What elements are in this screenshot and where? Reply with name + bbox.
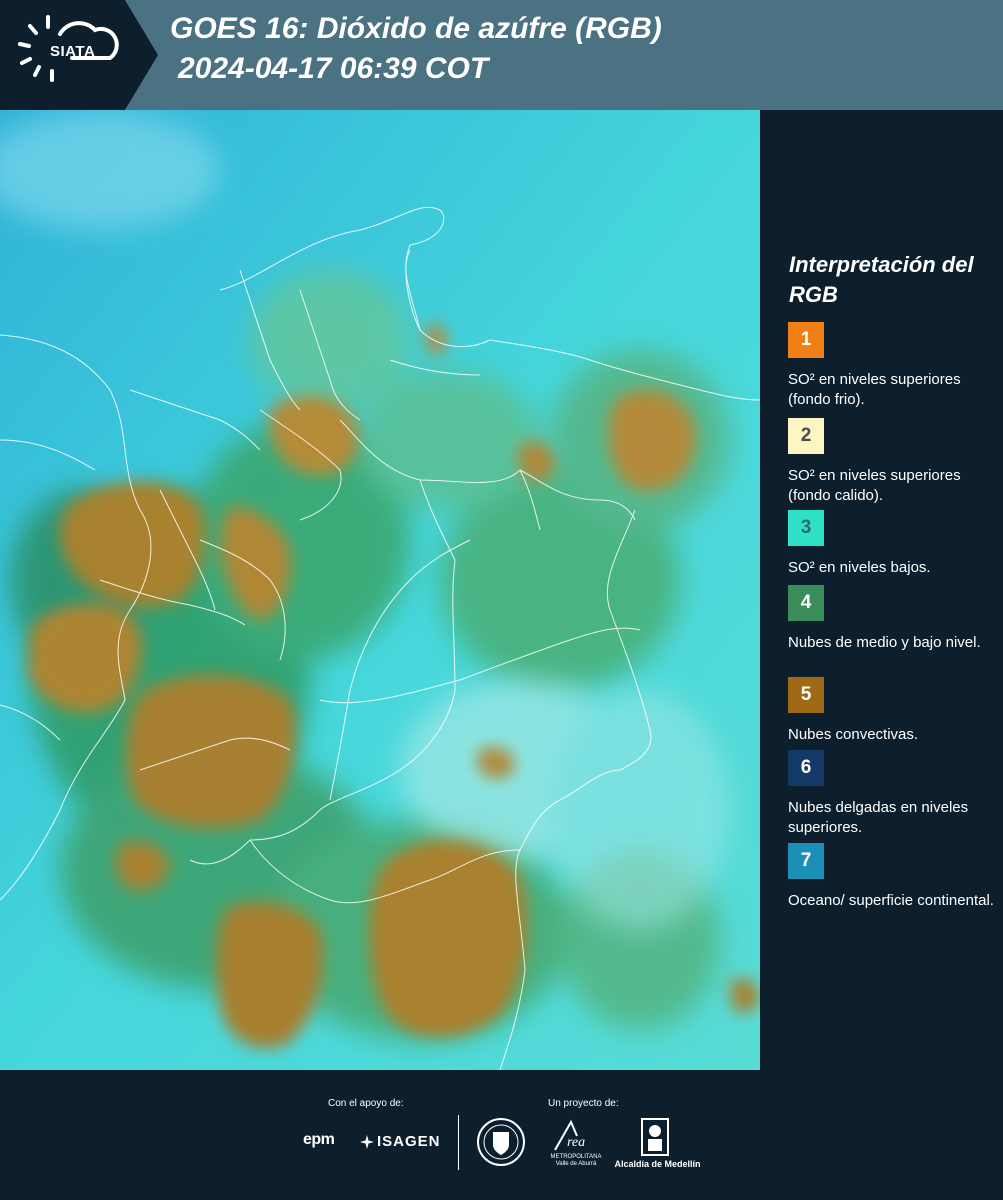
legend-swatch-number: 4 xyxy=(800,592,812,613)
header: SIATA GOES 16: Dióxido de azúfre (RGB) 2… xyxy=(0,0,1003,110)
siata-logo-text: SIATA xyxy=(50,43,96,60)
legend-label: SO² en niveles superiores (fondo frio). xyxy=(788,371,961,408)
legend-swatch-number: 7 xyxy=(800,850,812,871)
medellin-seal-icon xyxy=(477,1118,525,1166)
legend-label: Oceano/ superficie continental. xyxy=(788,892,994,909)
page-timestamp: 2024-04-17 06:39 COT xyxy=(178,52,489,85)
alcaldia-shield-icon xyxy=(641,1118,669,1156)
legend-swatch-number: 1 xyxy=(800,329,812,350)
project-label: Un proyecto de: xyxy=(548,1098,619,1109)
legend-item-6: 6 Nubes delgadas en niveles superiores. xyxy=(788,750,998,838)
legend-label: Nubes de medio y bajo nivel. xyxy=(788,634,981,651)
legend-swatch: 4 xyxy=(788,585,824,621)
legend-swatch: 1 xyxy=(788,322,824,358)
legend-label: Nubes convectivas. xyxy=(788,726,919,743)
legend-swatch: 2 xyxy=(788,418,824,454)
alcaldia-text: Alcaldía de Medellín xyxy=(614,1159,701,1169)
legend-item-1: 1 SO² en niveles superiores (fondo frio)… xyxy=(788,322,998,410)
legend-swatch: 3 xyxy=(788,510,824,546)
support-label: Con el apoyo de: xyxy=(328,1098,404,1109)
satellite-map[interactable] xyxy=(0,110,760,1070)
svg-text:rea: rea xyxy=(567,1135,585,1150)
epm-logo: epm xyxy=(303,1131,335,1148)
legend-item-2: 2 SO² en niveles superiores (fondo calid… xyxy=(788,418,998,506)
satellite-map-image xyxy=(0,110,760,1070)
footer-divider xyxy=(458,1115,459,1170)
legend-item-4: 4 Nubes de medio y bajo nivel. xyxy=(788,585,998,653)
legend-item-5: 5 Nubes convectivas. xyxy=(788,677,998,745)
area-metropolitana-text: METROPOLITANA Valle de Aburrá xyxy=(550,1154,602,1167)
legend-swatch-number: 3 xyxy=(800,517,812,538)
legend-swatch-number: 6 xyxy=(800,757,812,778)
legend-item-7: 7 Oceano/ superficie continental. xyxy=(788,843,998,911)
isagen-logo: ISAGEN xyxy=(360,1133,441,1150)
legend-swatch: 5 xyxy=(788,677,824,713)
legend-label: SO² en niveles superiores (fondo calido)… xyxy=(788,467,961,504)
footer: Con el apoyo de: Un proyecto de: epm ISA… xyxy=(0,1070,1003,1200)
legend-label: Nubes delgadas en niveles superiores. xyxy=(788,799,969,836)
legend-swatch-number: 5 xyxy=(800,684,812,705)
isagen-star-icon xyxy=(360,1134,374,1149)
legend-swatch-number: 2 xyxy=(800,425,812,446)
legend-label: SO² en niveles bajos. xyxy=(788,559,931,576)
isagen-text: ISAGEN xyxy=(377,1133,441,1150)
legend-title: Interpretación del RGB xyxy=(789,252,974,307)
page-title: GOES 16: Dióxido de azúfre (RGB) xyxy=(170,12,662,45)
area-metropolitana-logo-icon: rea xyxy=(554,1119,585,1151)
legend-panel: Interpretación del RGB 1 SO² en niveles … xyxy=(762,110,1003,1070)
legend-swatch: 6 xyxy=(788,750,824,786)
legend-item-3: 3 SO² en niveles bajos. xyxy=(788,510,998,578)
legend-swatch: 7 xyxy=(788,843,824,879)
